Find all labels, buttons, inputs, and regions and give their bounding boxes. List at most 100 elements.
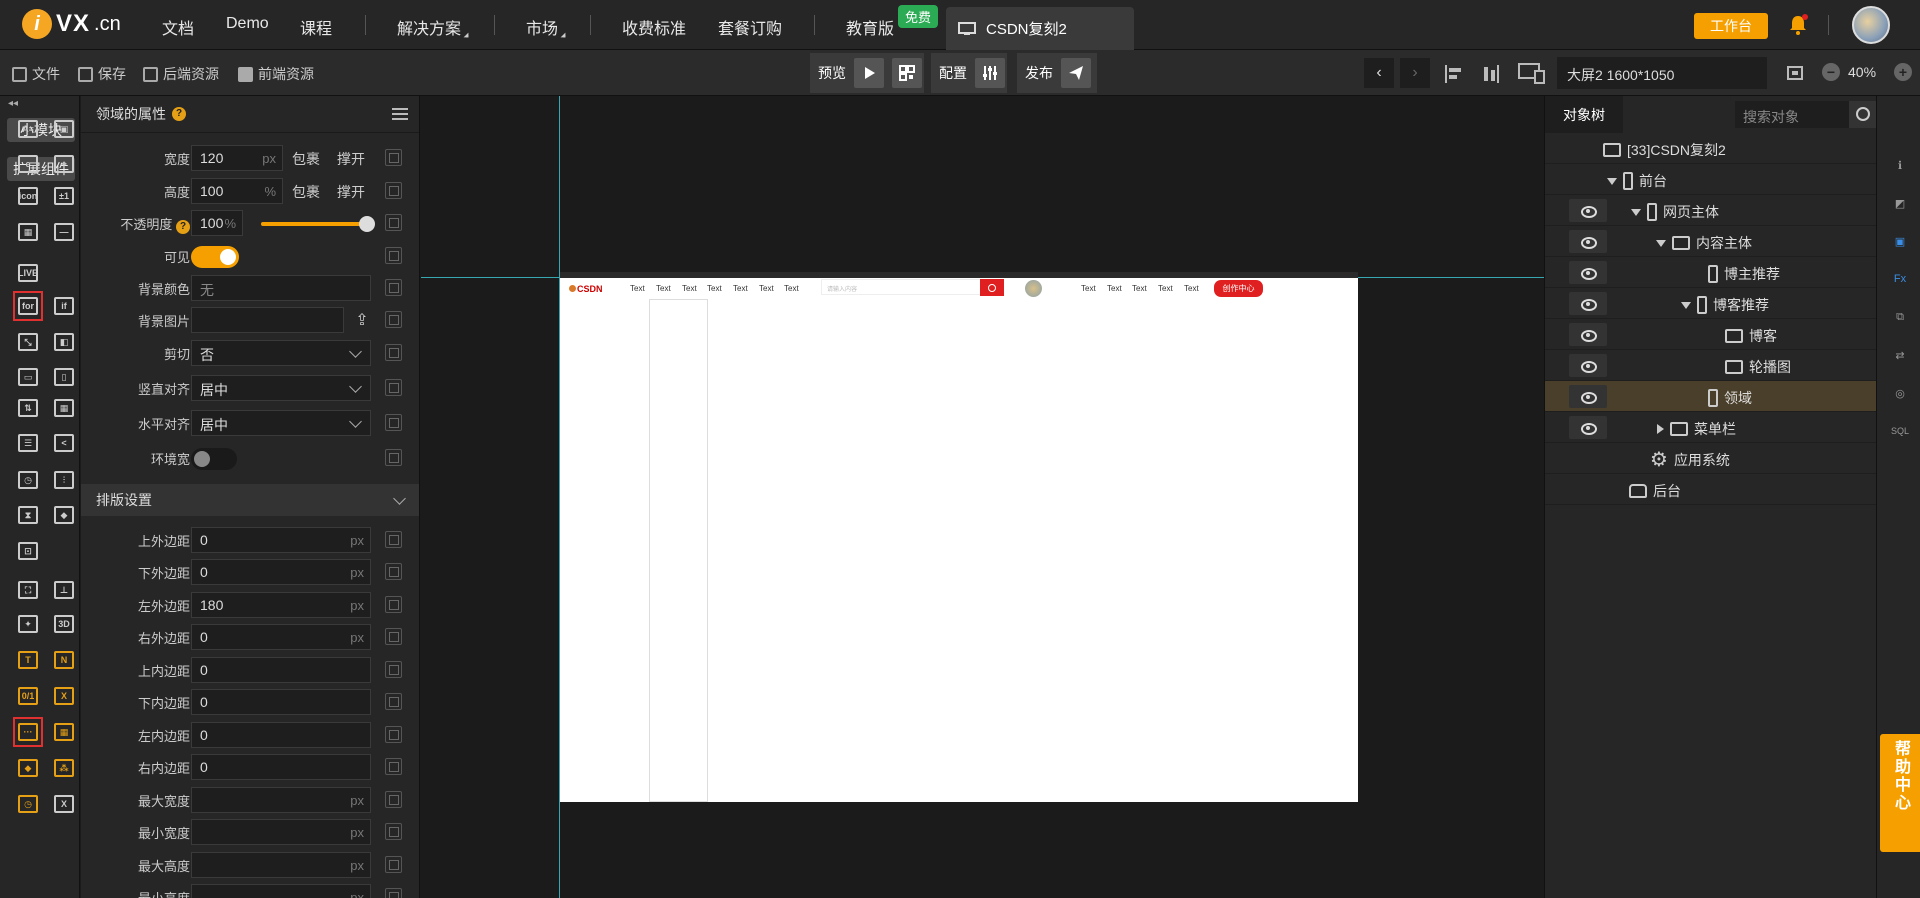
copy-icon[interactable] (385, 531, 402, 548)
expand-arrow-icon[interactable] (1631, 208, 1641, 216)
overlay-icon[interactable]: ◧ (51, 329, 77, 355)
copy-icon[interactable] (385, 449, 402, 466)
zoom-out-button[interactable]: − (1822, 63, 1840, 81)
padding-left-input[interactable]: 0 (191, 722, 371, 748)
menu-icon[interactable] (392, 108, 408, 120)
collapse-panel-icon[interactable]: ◂◂ (8, 98, 18, 109)
preview-nav-text[interactable]: Text (784, 284, 799, 293)
orbit-icon[interactable]: ✦ (15, 611, 41, 637)
max-width-input[interactable]: px (191, 787, 371, 813)
tree-list-icon[interactable]: ☰ (15, 430, 41, 456)
live-icon[interactable]: LIVE (15, 260, 41, 286)
tree-node-backend[interactable]: 后台 (1545, 474, 1877, 505)
save-button[interactable]: 保存 (78, 64, 126, 84)
search-icon[interactable] (1849, 101, 1877, 128)
copy-icon[interactable] (385, 279, 402, 296)
halign-select[interactable]: 居中 (191, 410, 371, 436)
padding-bottom-input[interactable]: 0 (191, 689, 371, 715)
preview-nav-text[interactable]: Text (1158, 284, 1173, 293)
excel-icon[interactable]: X (51, 791, 77, 817)
copy-icon[interactable] (385, 414, 402, 431)
preview-search-button[interactable] (980, 279, 1004, 296)
if-condition-icon[interactable]: if (51, 293, 77, 319)
copy-icon[interactable] (385, 693, 402, 710)
valign-select[interactable]: 居中 (191, 375, 371, 401)
help-question-icon[interactable]: ? (172, 107, 186, 121)
row-container-icon[interactable]: ▭ (15, 364, 41, 390)
publish-button[interactable] (1061, 58, 1091, 88)
expand-arrow-icon[interactable] (1681, 301, 1691, 309)
preview-nav-text[interactable]: Text (656, 284, 671, 293)
layout-section-header[interactable]: 排版设置 (81, 484, 419, 516)
play-button[interactable] (854, 58, 884, 88)
text-block-icon[interactable]: A≡ (15, 116, 41, 142)
tree-node-page-body[interactable]: 网页主体 (1545, 195, 1877, 226)
preview-nav-text[interactable]: Text (759, 284, 774, 293)
tree-node-carousel[interactable]: 轮播图 (1545, 350, 1877, 381)
preview-search-input[interactable]: 请输入内容 (821, 279, 1001, 295)
clip-select[interactable]: 否 (191, 340, 371, 366)
tab-project[interactable]: CSDN复刻2 (946, 7, 1134, 50)
eye-icon[interactable] (1569, 292, 1607, 315)
wrap-option[interactable]: 包裹 (292, 182, 320, 202)
padding-right-input[interactable]: 0 (191, 754, 371, 780)
copy-icon[interactable] (385, 311, 402, 328)
expand-arrow-icon[interactable] (1656, 239, 1666, 247)
tree-search-input[interactable]: 搜索对象 (1735, 101, 1877, 128)
copy-icon[interactable] (385, 628, 402, 645)
qrcode-preview-button[interactable] (892, 58, 922, 88)
3d-icon[interactable]: 3D (51, 611, 77, 637)
eye-icon[interactable] (1569, 385, 1607, 408)
sort-icon[interactable]: ⇅ (15, 395, 41, 421)
margin-top-input[interactable]: 0 px (191, 527, 371, 553)
sliders-icon[interactable]: ⫶ (51, 467, 77, 493)
tree-node-blogger-rec[interactable]: 博主推荐 (1545, 257, 1877, 288)
copy-icon[interactable] (385, 726, 402, 743)
qrcode-icon[interactable]: ▦ (15, 219, 41, 245)
upload-icon[interactable]: ⇪ (346, 307, 378, 333)
workbench-button[interactable]: 工作台 (1694, 13, 1768, 39)
copy-icon[interactable] (385, 344, 402, 361)
swap-icon[interactable]: ⇄ (1891, 346, 1909, 364)
collapse-arrow-icon[interactable] (1657, 424, 1664, 434)
hourglass-icon[interactable]: ⧗ (15, 502, 41, 528)
copy-icon[interactable] (385, 563, 402, 580)
copy-icon[interactable] (385, 823, 402, 840)
zoom-in-button[interactable]: + (1894, 63, 1912, 81)
eye-icon[interactable] (1569, 261, 1607, 284)
column-container-icon[interactable]: ▯ (51, 364, 77, 390)
max-height-input[interactable]: px (191, 852, 371, 878)
eye-icon[interactable] (1569, 199, 1607, 222)
user-avatar[interactable] (1852, 6, 1890, 44)
preview-nav-text[interactable]: Text (1184, 284, 1199, 293)
bgimage-input[interactable] (191, 307, 344, 333)
preview-nav-text[interactable]: Text (733, 284, 748, 293)
redo-button[interactable]: › (1400, 58, 1430, 88)
nav-solutions[interactable]: 解决方案 (397, 15, 470, 39)
preview-nav-text[interactable]: Text (682, 284, 697, 293)
margin-left-input[interactable]: 180 px (191, 592, 371, 618)
copy-icon[interactable] (385, 149, 402, 166)
preview-nav-text[interactable]: Text (1107, 284, 1122, 293)
icon-font-icon[interactable]: icon (15, 183, 41, 209)
hierarchy-icon[interactable]: ⊥ (51, 577, 77, 603)
nav-courses[interactable]: 课程 (300, 15, 332, 39)
plus-minus-icon[interactable]: ±1 (51, 183, 77, 209)
nav-pricing[interactable]: 收费标准 (622, 15, 686, 39)
eye-icon[interactable] (1569, 230, 1607, 253)
preview-nav-text[interactable]: Text (1081, 284, 1096, 293)
device-switch-icon[interactable] (1518, 62, 1546, 84)
for-loop-icon[interactable]: for (13, 291, 43, 321)
presentation-icon[interactable]: ⛶ (15, 577, 41, 603)
map-pin-icon[interactable]: ⌖ (51, 151, 77, 177)
preview-nav-text[interactable]: Text (707, 284, 722, 293)
visible-toggle[interactable] (191, 246, 239, 268)
undo-button[interactable]: ‹ (1364, 58, 1394, 88)
info-icon[interactable]: ℹ (1891, 156, 1909, 174)
stretch-option[interactable]: 撑开 (337, 182, 365, 202)
cubes-icon[interactable]: ⁂ (51, 755, 77, 781)
stretch-option[interactable]: 撑开 (337, 149, 365, 169)
shapes-icon[interactable]: ◩ (1891, 194, 1909, 212)
align-vertical-icon[interactable] (1480, 64, 1500, 84)
share-icon[interactable]: < (51, 430, 77, 456)
